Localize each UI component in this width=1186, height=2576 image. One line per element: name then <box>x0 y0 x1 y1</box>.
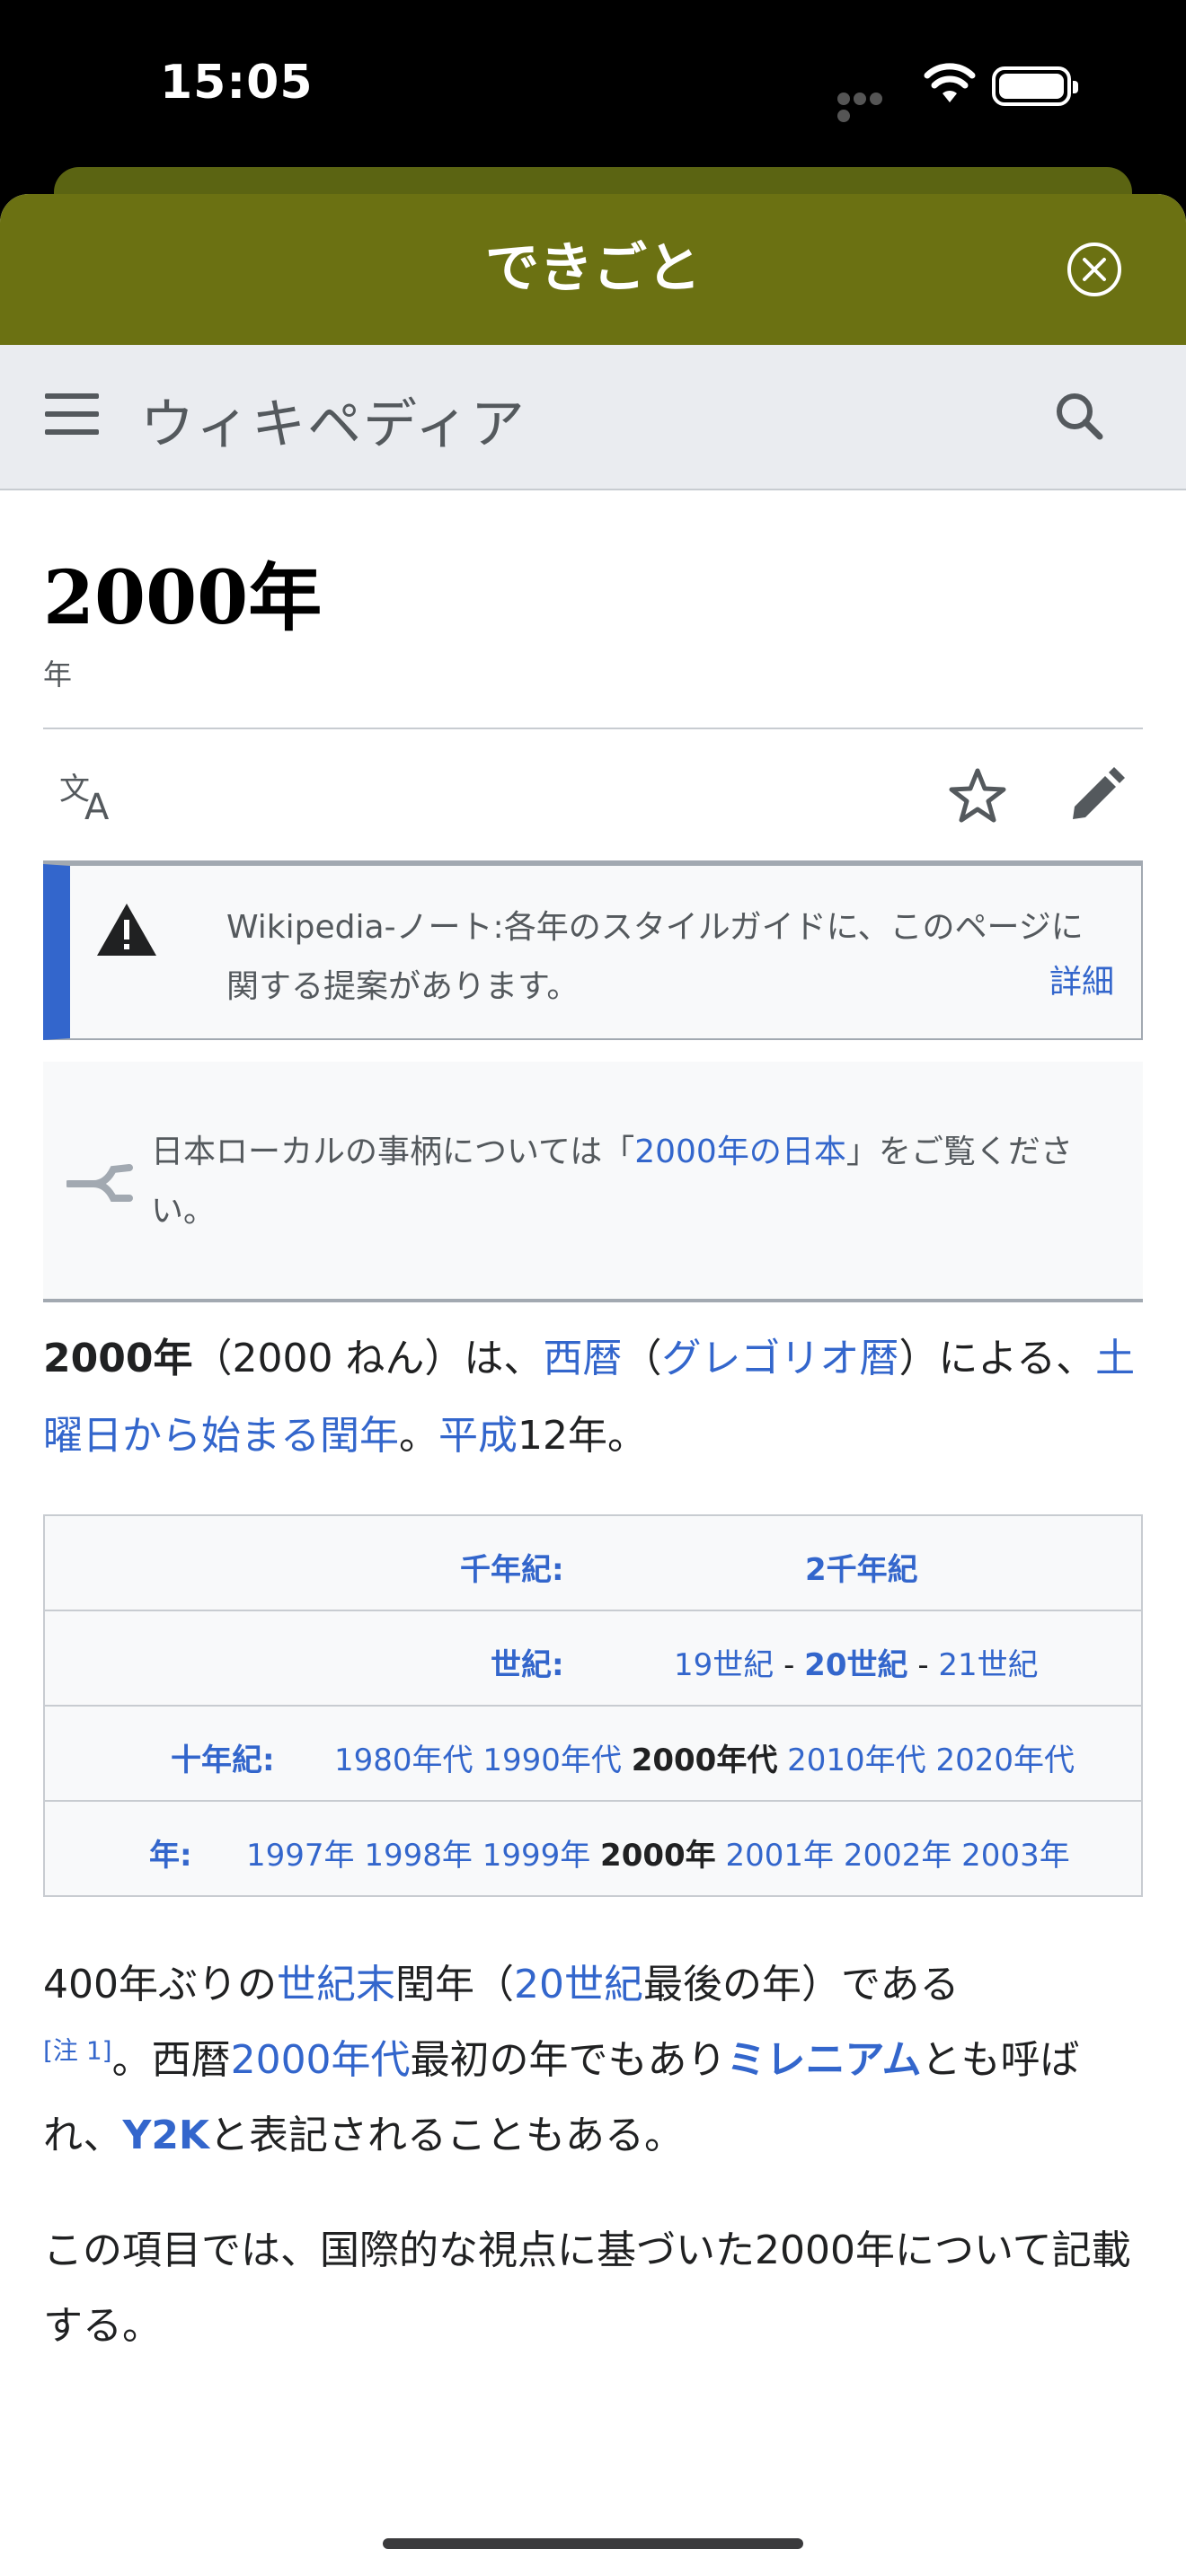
lead-bold-title: 2000年 <box>43 1336 193 1381</box>
hatnote-text: 日本ローカルの事柄については「2000年の日本」をご覧ください。 <box>151 1123 1116 1241</box>
lead-paragraph: 2000年（2000 ねん）は、西暦（グレゴリオ暦）による、土曜日から始まる閏年… <box>43 1320 1143 1475</box>
lead-text: ）による、 <box>898 1336 1096 1381</box>
current-year: 2000年 <box>600 1838 716 1874</box>
century-link[interactable]: 21世紀 <box>938 1647 1038 1683</box>
colon: : <box>180 1838 192 1874</box>
svg-text:A: A <box>84 787 110 823</box>
century-link[interactable]: 19世紀 <box>674 1647 774 1683</box>
link-heisei[interactable]: 平成 <box>438 1413 518 1459</box>
label-text: 世紀 <box>491 1647 552 1683</box>
notice-box: Wikipedia-ノート:各年のスタイルガイドに、このページに関する提案があり… <box>43 864 1143 1040</box>
navbox-years: 1997年 1998年 1999年 2000年 2001年 2002年 2003… <box>246 1831 1070 1875</box>
translate-icon[interactable]: 文 A <box>58 769 122 823</box>
link-gregorian[interactable]: グレゴリオ暦 <box>661 1336 898 1381</box>
colon: : <box>552 1552 564 1588</box>
link-2000s[interactable]: 2000年代 <box>231 2037 411 2083</box>
status-bar: 15:05 <box>0 0 1186 171</box>
notice-details-link[interactable]: 詳細 <box>1049 956 1114 1002</box>
article-content: 2000年 年 文 A Wikipedia-ノート:各年のスタイルガイドに、この… <box>0 553 1186 2364</box>
para-text: 最後の年）である <box>642 1962 960 2007</box>
decade-link[interactable]: 1980年代 <box>334 1742 474 1778</box>
decade-link[interactable]: 2020年代 <box>935 1742 1075 1778</box>
year-link[interactable]: 2001年 <box>725 1838 834 1874</box>
paragraph-1: 400年ぶりの世紀末閏年（20世紀最後の年）である [注 1]。西暦2000年代最… <box>43 1947 1143 2174</box>
wikipedia-logo[interactable]: ウィキペディア <box>140 381 527 459</box>
modal-sheet: できごと ウィキペディア 2000年 年 文 A Wikipedia-ノート:各… <box>0 194 1186 2576</box>
link-millennium[interactable]: ミレニアム <box>727 2037 922 2083</box>
notice-text: Wikipedia-ノート:各年のスタイルガイドに、このページに関する提案があり… <box>226 909 1084 1005</box>
colon: : <box>262 1742 275 1778</box>
hatnote-prefix: 日本ローカルの事柄については「 <box>151 1134 635 1170</box>
decade-link[interactable]: 2010年代 <box>787 1742 926 1778</box>
current-decade: 2000年代 <box>631 1742 778 1778</box>
navbox-century-label: 世紀: <box>491 1640 564 1684</box>
navbox-year-label: 年: <box>149 1831 192 1875</box>
separator: - <box>783 1647 795 1683</box>
lead-text: 。 <box>399 1413 438 1459</box>
para-text: 閏年（ <box>394 1962 514 2007</box>
year-link[interactable]: 1998年 <box>364 1838 473 1874</box>
link-seireki[interactable]: 西暦 <box>543 1336 622 1381</box>
para-text: と表記されることもある。 <box>209 2113 685 2158</box>
navbox-decade-label: 十年紀: <box>171 1735 275 1779</box>
year-link[interactable]: 1997年 <box>246 1838 355 1874</box>
label-text: 千年紀 <box>460 1552 552 1588</box>
footnote-link[interactable]: [注 1] <box>43 2035 112 2065</box>
navbox-centuries: 19世紀 - 20世紀 - 21世紀 <box>674 1640 1039 1684</box>
star-icon[interactable] <box>947 765 1008 826</box>
hamburger-menu-icon[interactable] <box>45 393 99 438</box>
page-title: 2000年 <box>43 555 323 641</box>
link-seikimatsu[interactable]: 世紀末 <box>277 1962 395 2007</box>
year-link[interactable]: 2002年 <box>844 1838 952 1874</box>
split-arrow-icon <box>66 1164 133 1202</box>
lead-text: 12年。 <box>518 1413 647 1459</box>
page-actions: 文 A <box>43 729 1143 864</box>
decade-link[interactable]: 1990年代 <box>482 1742 622 1778</box>
status-time: 15:05 <box>160 56 314 110</box>
search-icon[interactable] <box>1049 386 1109 446</box>
year-navbox: 千年紀: 2千年紀 世紀: 19世紀 - 20世紀 - 21世紀 十年紀: 19… <box>43 1514 1143 1897</box>
pencil-icon[interactable] <box>1066 765 1127 826</box>
para-text: 最初の年でもあり <box>410 2037 727 2083</box>
sheet-header: できごと <box>0 194 1186 345</box>
para-text: 。西暦 <box>111 2037 231 2083</box>
hatnote: 日本ローカルの事柄については「2000年の日本」をご覧ください。 <box>43 1062 1143 1302</box>
century-link[interactable]: 20世紀 <box>804 1647 907 1683</box>
lead-text: （2000 ねん）は、 <box>192 1336 544 1381</box>
para-text: 400年ぶりの <box>43 1962 277 2007</box>
page-description: 年 <box>43 657 73 692</box>
cellular-signal-icon <box>837 92 900 122</box>
home-indicator[interactable] <box>383 2538 803 2549</box>
navbox-millennium-label: 千年紀: <box>460 1545 564 1589</box>
wiki-header: ウィキペディア <box>0 345 1186 490</box>
navbox-decades: 1980年代 1990年代 2000年代 2010年代 2020年代 <box>334 1735 1075 1779</box>
separator: - <box>917 1647 929 1683</box>
link-y2k[interactable]: Y2K <box>122 2113 209 2158</box>
wifi-icon <box>924 63 976 102</box>
paragraph-2: この項目では、国際的な視点に基づいた2000年について記載する。 <box>43 2228 1131 2349</box>
battery-icon <box>992 66 1078 106</box>
close-icon[interactable] <box>1066 241 1123 298</box>
lead-text: （ <box>622 1336 662 1381</box>
colon: : <box>552 1647 564 1683</box>
label-text: 年 <box>149 1838 180 1874</box>
link-2nd-millennium[interactable]: 2千年紀 <box>805 1545 918 1589</box>
link-20th-century[interactable]: 20世紀 <box>514 1962 643 2007</box>
warning-icon <box>97 904 156 956</box>
sheet-title: できごと <box>485 237 701 300</box>
link-2000-japan[interactable]: 2000年の日本 <box>634 1134 846 1170</box>
year-link[interactable]: 1999年 <box>482 1838 591 1874</box>
year-link[interactable]: 2003年 <box>961 1838 1070 1874</box>
label-text: 十年紀 <box>171 1742 262 1778</box>
